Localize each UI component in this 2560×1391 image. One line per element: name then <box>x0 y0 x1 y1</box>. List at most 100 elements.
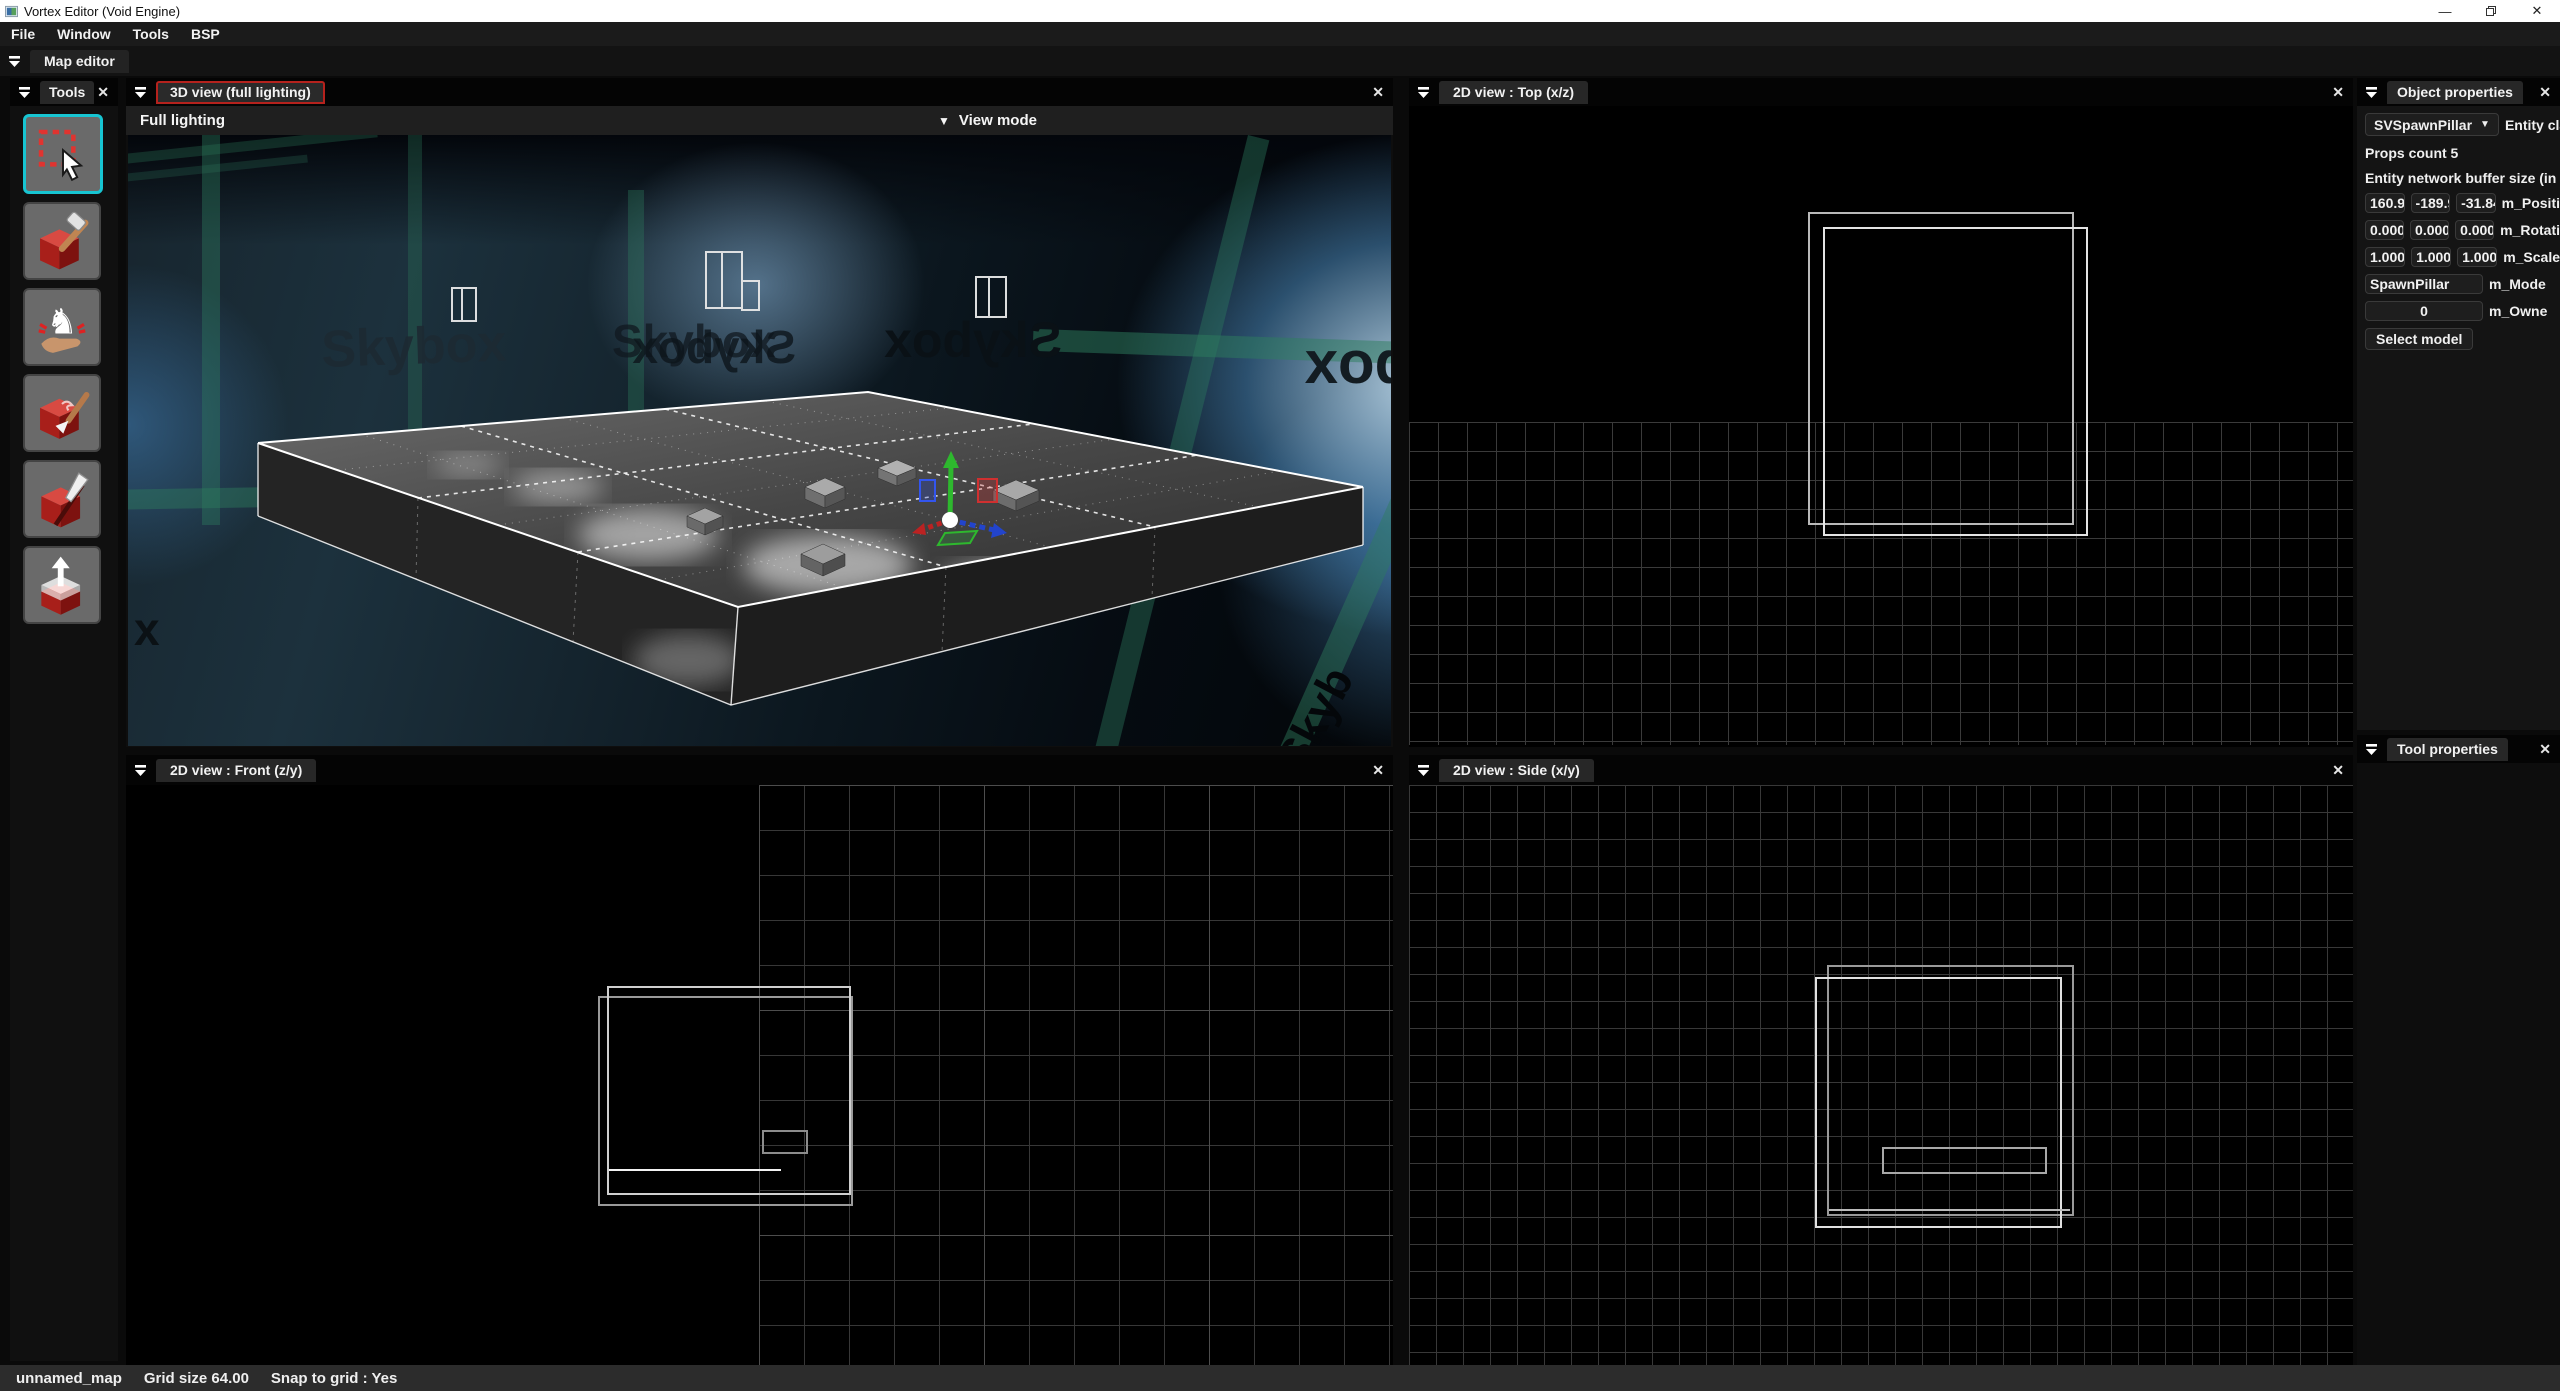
rotation-label: m_Rotati <box>2500 222 2560 238</box>
menu-window[interactable]: Window <box>46 26 122 42</box>
menu-bsp[interactable]: BSP <box>180 26 231 42</box>
entity-hand-tool-icon: ♞ <box>31 296 93 358</box>
close-icon[interactable]: ✕ <box>97 84 109 101</box>
entity-hand-tool-button[interactable]: ♞ <box>23 288 101 366</box>
select-model-row: Select model <box>2365 328 2560 350</box>
owner-row: 0 m_Owne <box>2365 301 2560 321</box>
entity-class-dropdown[interactable]: SVSpawnPillar ▼ <box>2365 113 2499 136</box>
collapse-icon[interactable] <box>133 764 148 777</box>
rotation-x-field[interactable]: 0.000 <box>2365 220 2404 240</box>
collapse-icon[interactable] <box>1416 86 1431 99</box>
minimize-button[interactable]: — <box>2422 0 2468 22</box>
window-controls: — ✕ <box>2422 0 2560 22</box>
entity-class-label: Entity cla <box>2505 117 2560 133</box>
chevron-down-icon: ▼ <box>2480 119 2490 130</box>
menu-tools[interactable]: Tools <box>122 26 180 42</box>
gizmo-plane-xz[interactable] <box>938 531 977 545</box>
buffer-size-label: Entity network buffer size (in <box>2365 170 2560 186</box>
viewport-2d-side[interactable] <box>1409 785 2353 1365</box>
restore-button[interactable] <box>2468 0 2514 22</box>
rotation-y-field[interactable]: 0.000 <box>2410 220 2449 240</box>
view-front-tabstrip: 2D view : Front (z/y) ✕ <box>126 755 1393 785</box>
tab-2d-side[interactable]: 2D view : Side (x/y) <box>1439 759 1594 782</box>
view-side-panel: 2D view : Side (x/y) ✕ <box>1409 755 2353 1365</box>
tools-panel: Tools ✕ ♞ <box>10 78 118 1361</box>
tab-tools[interactable]: Tools <box>40 81 94 104</box>
model-field[interactable]: SpawnPillar <box>2365 274 2483 294</box>
chevron-down-icon: ▼ <box>938 114 950 128</box>
collapse-icon[interactable] <box>133 86 148 99</box>
scale-y-field[interactable]: 1.000 <box>2411 247 2451 267</box>
viewport-2d-top[interactable] <box>1409 106 2353 747</box>
select-tool-button[interactable] <box>23 114 103 194</box>
collapse-icon[interactable] <box>2364 743 2379 756</box>
view-side-tabstrip: 2D view : Side (x/y) ✕ <box>1409 755 2353 785</box>
close-icon[interactable]: ✕ <box>2539 741 2551 758</box>
svg-text:♞: ♞ <box>46 302 77 341</box>
collapse-icon[interactable] <box>17 86 32 99</box>
gizmo-plane-zy[interactable] <box>920 480 935 501</box>
hammer-block-tool-icon <box>31 210 93 272</box>
tab-object-properties[interactable]: Object properties <box>2387 81 2523 104</box>
viewport-2d-front[interactable] <box>126 785 1393 1365</box>
close-icon[interactable]: ✕ <box>1372 84 1384 101</box>
collapse-icon[interactable] <box>2364 86 2379 99</box>
owner-field[interactable]: 0 <box>2365 301 2483 321</box>
brush-outline <box>1823 227 2088 536</box>
close-icon[interactable]: ✕ <box>2332 762 2344 779</box>
brush-edge-line <box>609 1169 781 1171</box>
position-z-field[interactable]: -31.84 <box>2456 193 2496 213</box>
title-bar: Vortex Editor (Void Engine) — ✕ <box>0 0 2560 22</box>
skybox-text-mirrored: Skybox <box>884 312 1062 368</box>
tools-list: ♞ <box>10 114 98 624</box>
position-y-field[interactable]: -189.9 <box>2411 193 2451 213</box>
view-top-panel: 2D view : Top (x/z) ✕ <box>1409 78 2353 747</box>
gizmo-axis-y[interactable] <box>950 465 951 520</box>
object-properties-tabstrip: Object properties ✕ <box>2357 78 2560 106</box>
skybox-text-mirrored: Skybox <box>632 321 796 373</box>
gizmo-origin-handle[interactable] <box>942 512 958 528</box>
view-top-tabstrip: 2D view : Top (x/z) ✕ <box>1409 78 2353 106</box>
rotation-z-field[interactable]: 0.000 <box>2455 220 2494 240</box>
tools-tabstrip: Tools ✕ <box>10 78 118 106</box>
status-grid-size: Grid size 64.00 <box>144 1370 249 1387</box>
clip-block-tool-button[interactable] <box>23 460 101 538</box>
menu-bar: File Window Tools BSP <box>0 22 2560 46</box>
paint-block-tool-icon <box>31 382 93 444</box>
close-button[interactable]: ✕ <box>2514 0 2560 22</box>
menu-file[interactable]: File <box>0 26 46 42</box>
platform-slab <box>258 392 1363 705</box>
scale-x-field[interactable]: 1.000 <box>2365 247 2405 267</box>
tab-2d-top[interactable]: 2D view : Top (x/z) <box>1439 81 1588 104</box>
position-x-field[interactable]: 160.9 <box>2365 193 2405 213</box>
app-icon <box>5 5 18 18</box>
scale-row: 1.000 1.000 1.000 m_Scale <box>2365 247 2560 267</box>
skybox-text-mirrored: Skybox <box>1305 329 1391 396</box>
rotation-row: 0.000 0.000 0.000 m_Rotati <box>2365 220 2560 240</box>
extract-block-tool-button[interactable] <box>23 546 101 624</box>
viewport-3d[interactable]: Skybox Skybox Skybox Skybox Skybox Skyb … <box>128 135 1391 746</box>
brush-outline-small <box>762 1130 808 1154</box>
tab-2d-front[interactable]: 2D view : Front (z/y) <box>156 759 316 782</box>
brush-outline-small <box>1882 1147 2047 1174</box>
tab-tool-properties[interactable]: Tool properties <box>2387 738 2508 761</box>
scale-z-field[interactable]: 1.000 <box>2457 247 2497 267</box>
tab-map-editor[interactable]: Map editor <box>30 50 129 73</box>
tab-3d-view[interactable]: 3D view (full lighting) <box>156 81 325 104</box>
collapse-icon[interactable] <box>1416 764 1431 777</box>
map-editor-bar: Map editor <box>0 46 2560 76</box>
collapse-icon[interactable] <box>7 55 22 68</box>
hammer-block-tool-button[interactable] <box>23 202 101 280</box>
gizmo-plane-xy[interactable] <box>978 479 997 502</box>
close-icon[interactable]: ✕ <box>2332 84 2344 101</box>
view-mode-dropdown[interactable]: ▼ View mode <box>938 106 1037 135</box>
paint-block-tool-button[interactable] <box>23 374 101 452</box>
select-model-button[interactable]: Select model <box>2365 328 2473 350</box>
close-icon[interactable]: ✕ <box>2539 84 2551 101</box>
close-icon[interactable]: ✕ <box>1372 762 1384 779</box>
entity-class-value: SVSpawnPillar <box>2374 117 2472 133</box>
view3d-panel: 3D view (full lighting) ✕ Full lighting … <box>126 78 1393 747</box>
view-front-panel: 2D view : Front (z/y) ✕ <box>126 755 1393 1365</box>
position-label: m_Positi <box>2502 195 2560 211</box>
skybox-text: Skybox <box>320 315 507 379</box>
